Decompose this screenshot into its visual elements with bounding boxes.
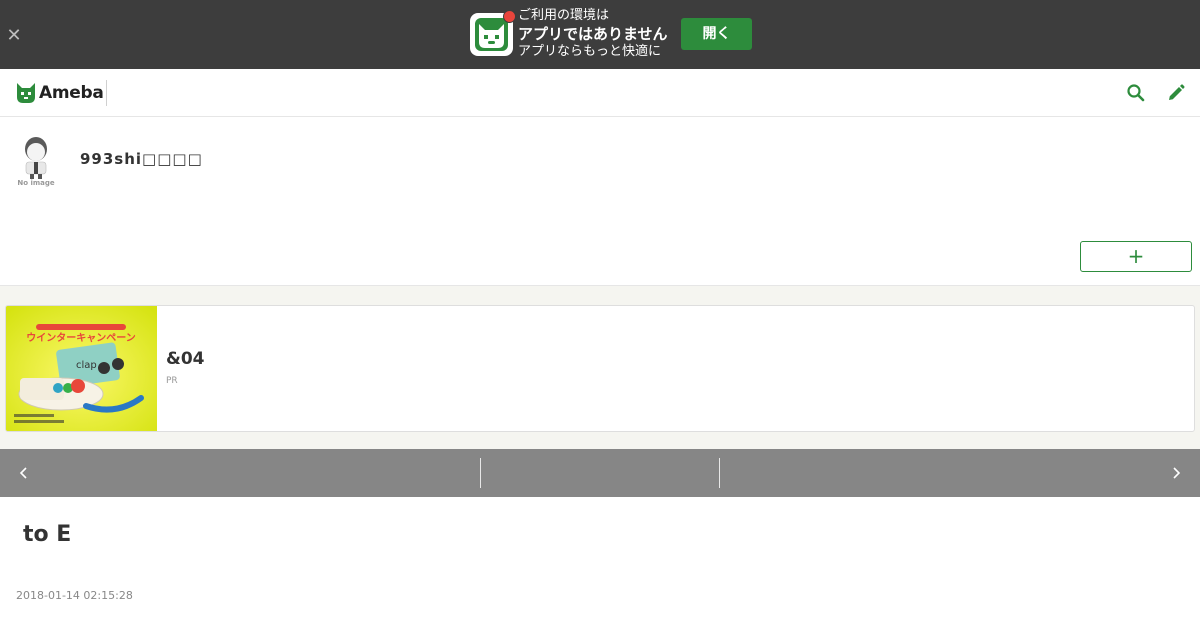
banner-text-line2: アプリではありません bbox=[518, 25, 668, 43]
ad-image-headline: ウインターキャンペーン bbox=[26, 332, 136, 344]
open-app-button[interactable]: 開く bbox=[681, 18, 752, 50]
ad-image[interactable]: ウインターキャンペーン clap bbox=[6, 306, 157, 431]
entry-date: 2018-01-14 02:15:28 bbox=[16, 589, 133, 602]
entry-title: to E bbox=[23, 522, 72, 547]
search-icon[interactable] bbox=[1126, 83, 1146, 103]
ad-card[interactable]: ウインターキャンペーン clap &04 PR bbox=[5, 305, 1195, 432]
blog-name[interactable]: 993shi□□□□ bbox=[80, 150, 203, 168]
ad-section: ウインターキャンペーン clap &04 PR bbox=[0, 285, 1200, 449]
ameba-mascot-icon bbox=[17, 83, 35, 103]
notification-dot bbox=[503, 10, 516, 23]
logo-text: Ameba bbox=[39, 83, 104, 103]
ad-image-brand: clap bbox=[76, 360, 97, 371]
avatar[interactable]: No image bbox=[8, 132, 64, 188]
chevron-right-icon[interactable] bbox=[1166, 463, 1186, 483]
banner-text-line3: アプリならもっと快適に bbox=[518, 44, 662, 59]
pager-divider bbox=[719, 458, 720, 488]
follow-button[interactable]: + bbox=[1080, 241, 1192, 272]
ameba-logo[interactable]: Ameba bbox=[16, 80, 104, 106]
entry-pager bbox=[0, 449, 1200, 497]
ad-pr-label: PR bbox=[166, 376, 178, 386]
blog-profile: No image 993shi□□□□ + bbox=[0, 118, 1200, 285]
pager-divider bbox=[480, 458, 481, 488]
ad-title[interactable]: &04 bbox=[166, 349, 204, 369]
header-divider bbox=[106, 80, 107, 106]
site-header: Ameba bbox=[0, 69, 1200, 117]
close-icon[interactable]: ✕ bbox=[5, 27, 23, 45]
pencil-icon[interactable] bbox=[1166, 83, 1186, 103]
app-install-banner: ✕ ご利用の環境は アプリではありません アプリならもっと快適に 開く bbox=[0, 0, 1200, 69]
banner-text-line1: ご利用の環境は bbox=[518, 8, 610, 23]
chevron-left-icon[interactable] bbox=[14, 463, 34, 483]
avatar-caption: No image bbox=[17, 179, 55, 187]
